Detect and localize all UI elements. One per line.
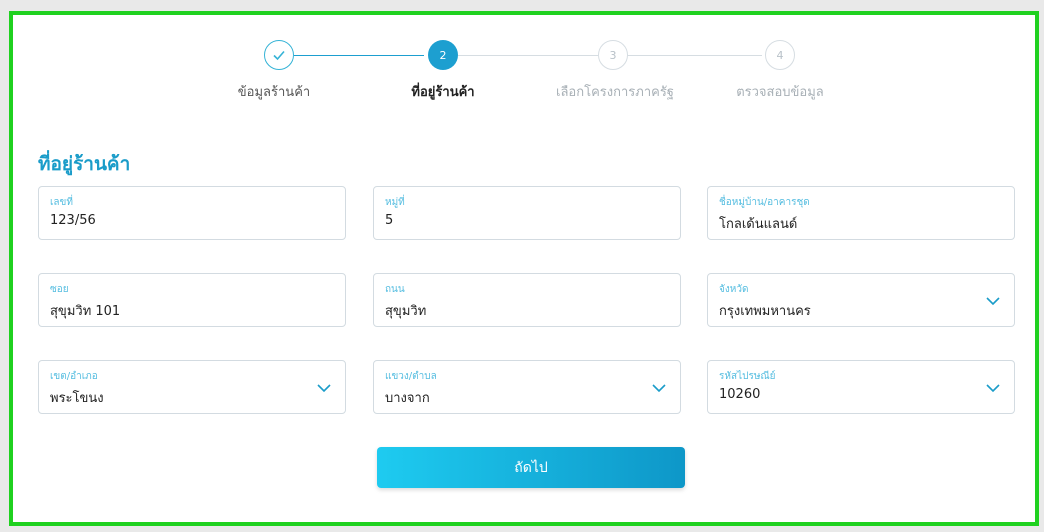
district-value: พระโขนง	[50, 391, 104, 406]
soi-label: ซอย	[50, 284, 69, 295]
chevron-down-icon[interactable]	[985, 293, 1001, 309]
next-button[interactable]: ถัดไป	[377, 447, 685, 488]
house-no-value: 123/56	[50, 213, 96, 228]
stepper-connector-3	[627, 55, 762, 56]
address-form-panel: 2 3 4 ข้อมูลร้านค้า ที่อยู่ร้านค้า เลือก…	[9, 11, 1039, 526]
stepper-connector-2	[458, 55, 598, 56]
village-field[interactable]: ชื่อหมู่บ้าน/อาคารชุด โกลเด้นแลนด์	[707, 186, 1015, 240]
soi-field[interactable]: ซอย สุขุมวิท 101	[38, 273, 346, 327]
step-3-indicator: 3	[598, 40, 628, 70]
step-2-label: ที่อยู่ร้านค้า	[411, 85, 475, 100]
section-title: ที่อยู่ร้านค้า	[38, 153, 131, 175]
house-no-field[interactable]: เลขที่ 123/56	[38, 186, 346, 240]
moo-label: หมู่ที่	[385, 197, 405, 208]
stepper-connector-1	[294, 55, 424, 56]
subdistrict-select[interactable]: แขวง/ตำบล บางจาก	[373, 360, 681, 414]
soi-value: สุขุมวิท 101	[50, 304, 121, 319]
checkmark-icon	[273, 50, 285, 61]
step-2-indicator[interactable]: 2	[428, 40, 458, 70]
step-4-indicator: 4	[765, 40, 795, 70]
province-label: จังหวัด	[719, 284, 749, 295]
district-select[interactable]: เขต/อำเภอ พระโขนง	[38, 360, 346, 414]
moo-value: 5	[385, 213, 394, 228]
road-field[interactable]: ถนน สุขุมวิท	[373, 273, 681, 327]
background-side-tab	[0, 98, 9, 241]
chevron-down-icon[interactable]	[985, 380, 1001, 396]
road-value: สุขุมวิท	[385, 304, 427, 319]
chevron-down-icon[interactable]	[316, 380, 332, 396]
step-3-label: เลือกโครงการภาครัฐ	[556, 85, 674, 100]
subdistrict-value: บางจาก	[385, 391, 430, 406]
step-4-label: ตรวจสอบข้อมูล	[736, 85, 824, 100]
road-label: ถนน	[385, 284, 405, 295]
house-no-label: เลขที่	[50, 197, 73, 208]
progress-stepper: 2 3 4 ข้อมูลร้านค้า ที่อยู่ร้านค้า เลือก…	[13, 15, 1035, 115]
village-value: โกลเด้นแลนด์	[719, 217, 798, 232]
province-value: กรุงเทพมหานคร	[719, 304, 811, 319]
chevron-down-icon[interactable]	[651, 380, 667, 396]
step-1-label: ข้อมูลร้านค้า	[237, 85, 311, 100]
district-label: เขต/อำเภอ	[50, 371, 98, 382]
postcode-label: รหัสไปรษณีย์	[719, 371, 776, 382]
postcode-select[interactable]: รหัสไปรษณีย์ 10260	[707, 360, 1015, 414]
village-label: ชื่อหมู่บ้าน/อาคารชุด	[719, 197, 810, 208]
subdistrict-label: แขวง/ตำบล	[385, 371, 437, 382]
postcode-value: 10260	[719, 387, 761, 402]
province-select[interactable]: จังหวัด กรุงเทพมหานคร	[707, 273, 1015, 327]
moo-field[interactable]: หมู่ที่ 5	[373, 186, 681, 240]
step-1-indicator[interactable]	[264, 40, 294, 70]
